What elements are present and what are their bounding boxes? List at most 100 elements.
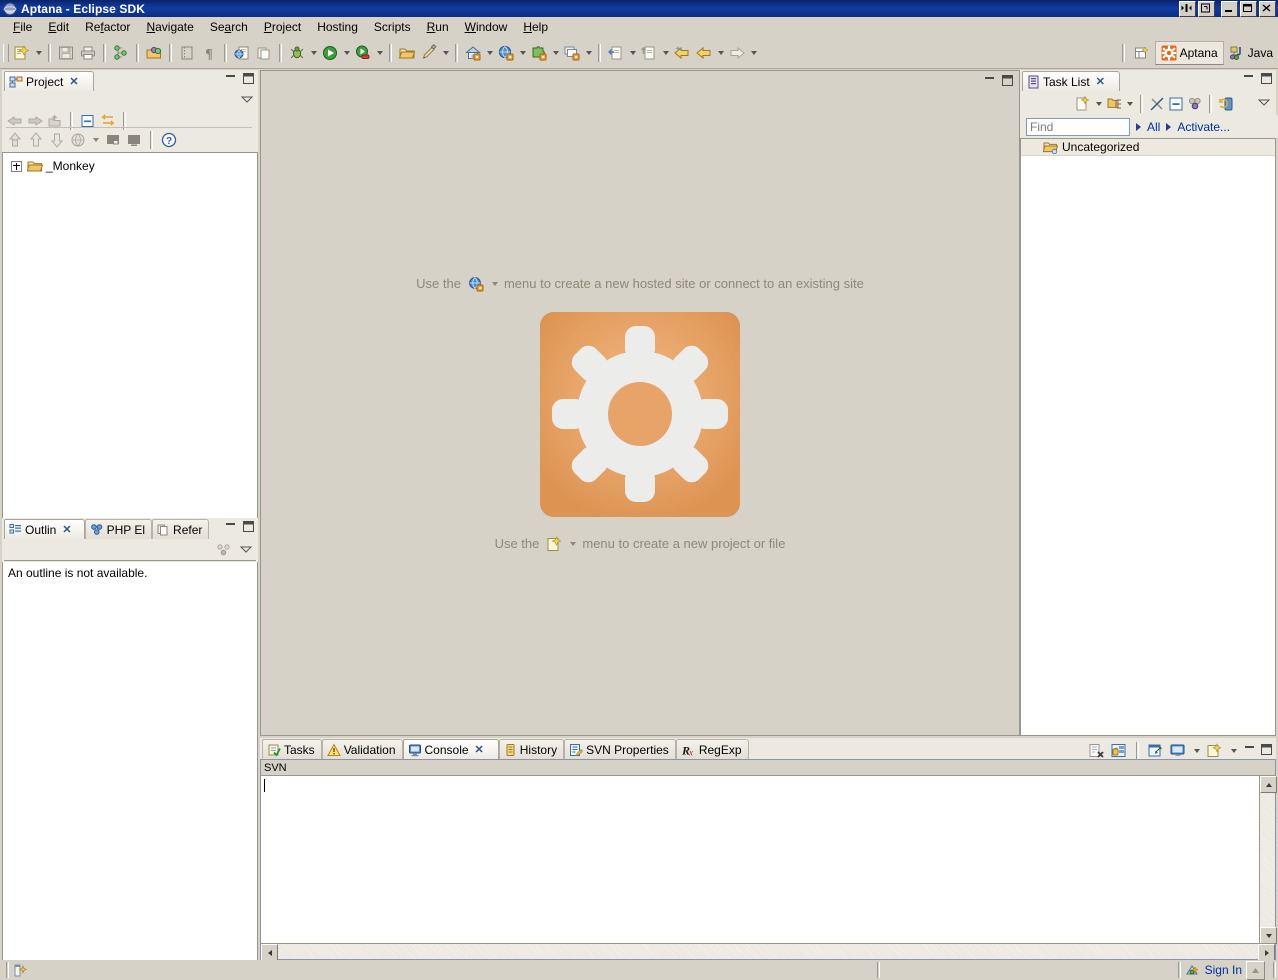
filter-all-arrow-icon[interactable] <box>1136 122 1141 131</box>
filter-all[interactable]: All <box>1147 120 1160 134</box>
maximize-icon[interactable] <box>1001 74 1014 90</box>
pages-icon[interactable] <box>253 42 275 64</box>
synchronize-icon[interactable] <box>1217 95 1235 113</box>
pin-console-icon[interactable] <box>1147 743 1165 759</box>
menu-search[interactable]: Search <box>202 18 256 36</box>
filter-activate[interactable]: Activate... <box>1177 120 1230 134</box>
display-console-icon[interactable] <box>1169 743 1187 759</box>
open-type-icon[interactable] <box>605 42 627 64</box>
chevron-down-icon[interactable] <box>570 541 577 546</box>
task-category-uncategorized[interactable]: Uncategorized <box>1021 139 1275 156</box>
build-nodes-icon[interactable] <box>110 42 132 64</box>
scroll-left-button[interactable] <box>261 944 278 961</box>
minimize-icon[interactable] <box>1243 743 1256 759</box>
collapse-all-icon[interactable] <box>1167 95 1185 113</box>
remote-view-icon[interactable] <box>125 131 143 149</box>
house-icon[interactable] <box>462 42 484 64</box>
restore-window-button[interactable] <box>1198 1 1215 17</box>
tab-outline[interactable]: Outlin ✕ <box>4 519 85 539</box>
back-arrow-icon[interactable] <box>693 42 715 64</box>
close-icon[interactable]: ✕ <box>1096 75 1105 88</box>
external-tools-dropdown-icon[interactable] <box>374 42 385 64</box>
puzzle-dropdown-icon[interactable] <box>550 42 561 64</box>
tab-project[interactable]: Project ✕ <box>4 71 94 91</box>
find-input[interactable]: Find <box>1026 117 1130 136</box>
house-dropdown-icon[interactable] <box>484 42 495 64</box>
view-menu-icon[interactable] <box>240 93 254 107</box>
view-menu-icon[interactable] <box>239 543 253 557</box>
perspective-aptana[interactable]: Aptana <box>1154 41 1224 65</box>
new-task-dropdown-icon[interactable] <box>1093 93 1104 115</box>
clear-console-icon[interactable] <box>1088 743 1106 759</box>
menu-run[interactable]: Run <box>419 18 457 36</box>
open-type-dropdown-icon[interactable] <box>627 42 638 64</box>
maximize-icon[interactable] <box>242 72 255 88</box>
expand-icon[interactable] <box>11 160 22 172</box>
bug-dropdown-icon[interactable] <box>308 42 319 64</box>
menu-edit[interactable]: Edit <box>40 18 77 36</box>
new-site-globe-icon[interactable] <box>467 275 486 292</box>
filter-activate-arrow-icon[interactable] <box>1166 122 1172 131</box>
upload-arrow-icon[interactable] <box>6 131 24 149</box>
menu-refactor[interactable]: Refactor <box>77 18 138 36</box>
windows-stack-dropdown-icon[interactable] <box>583 42 594 64</box>
maximize-icon[interactable] <box>1260 743 1273 759</box>
back-dropdown-icon[interactable] <box>715 42 726 64</box>
scroll-lock-icon[interactable] <box>1110 743 1128 759</box>
puzzle-piece-icon[interactable] <box>528 42 550 64</box>
minimize-icon[interactable] <box>224 72 237 88</box>
maximize-button[interactable] <box>1240 1 1257 17</box>
close-icon[interactable]: ✕ <box>62 523 71 536</box>
run-green-play-icon[interactable] <box>319 42 341 64</box>
new-task-icon[interactable] <box>1074 95 1092 113</box>
block-selection-icon[interactable] <box>176 42 198 64</box>
menu-file[interactable]: File <box>5 18 40 36</box>
categorize-icon[interactable] <box>1105 95 1123 113</box>
open-perspective-button[interactable] <box>1129 42 1155 64</box>
new-file-dropdown-icon[interactable] <box>33 42 44 64</box>
windows-stack-icon[interactable] <box>561 42 583 64</box>
close-icon[interactable]: ✕ <box>475 743 484 756</box>
new-project-file-icon[interactable] <box>545 535 564 552</box>
console-vertical-scrollbar[interactable] <box>1259 776 1277 944</box>
run-external-icon[interactable] <box>352 42 374 64</box>
categorize-dropdown-icon[interactable] <box>1124 93 1135 115</box>
world-globe-dropdown-icon[interactable] <box>517 42 528 64</box>
save-disk-icon[interactable] <box>55 42 77 64</box>
globe-page-icon[interactable] <box>231 42 253 64</box>
globe-icon[interactable] <box>69 131 87 149</box>
menu-scripts[interactable]: Scripts <box>366 18 419 36</box>
new-file-icon[interactable] <box>11 42 33 64</box>
sort-icon[interactable] <box>216 543 232 560</box>
pilcrow-icon[interactable]: ¶ <box>198 42 220 64</box>
open-console-icon[interactable] <box>1206 743 1224 759</box>
open-task-dropdown-icon[interactable] <box>660 42 671 64</box>
maximize-icon[interactable] <box>1260 72 1273 88</box>
tab-svn-properties[interactable]: SVN Properties <box>564 739 676 759</box>
down-arrow-icon[interactable] <box>48 131 66 149</box>
menu-help[interactable]: Help <box>515 18 556 36</box>
menu-project[interactable]: Project <box>256 18 309 36</box>
minimize-button[interactable] <box>1221 1 1238 17</box>
minimize-icon[interactable] <box>224 520 237 536</box>
pencil-dropdown-icon[interactable] <box>440 42 451 64</box>
menu-window[interactable]: Window <box>457 18 516 36</box>
task-list-content[interactable]: Uncategorized <box>1020 138 1276 736</box>
status-progress-button[interactable] <box>1246 960 1265 980</box>
tab-validation[interactable]: Validation <box>321 739 403 759</box>
sign-in-link[interactable]: Sign In <box>1185 963 1246 977</box>
pencil-icon[interactable] <box>418 42 440 64</box>
close-icon[interactable]: ✕ <box>69 75 78 88</box>
help-question-icon[interactable]: ? <box>160 131 178 149</box>
tab-references[interactable]: Refer <box>152 519 210 539</box>
filter-slash-icon[interactable] <box>1148 95 1166 113</box>
scroll-down-button[interactable] <box>1260 927 1277 944</box>
console-output[interactable] <box>261 776 1260 944</box>
forward-dropdown-icon[interactable] <box>748 42 759 64</box>
bug-icon[interactable] <box>286 42 308 64</box>
up-arrow-icon[interactable] <box>27 131 45 149</box>
scroll-right-button[interactable] <box>1258 944 1275 961</box>
world-globe-icon[interactable] <box>495 42 517 64</box>
restore-down-split-button[interactable] <box>1179 1 1196 17</box>
tab-history[interactable]: History <box>498 739 565 759</box>
